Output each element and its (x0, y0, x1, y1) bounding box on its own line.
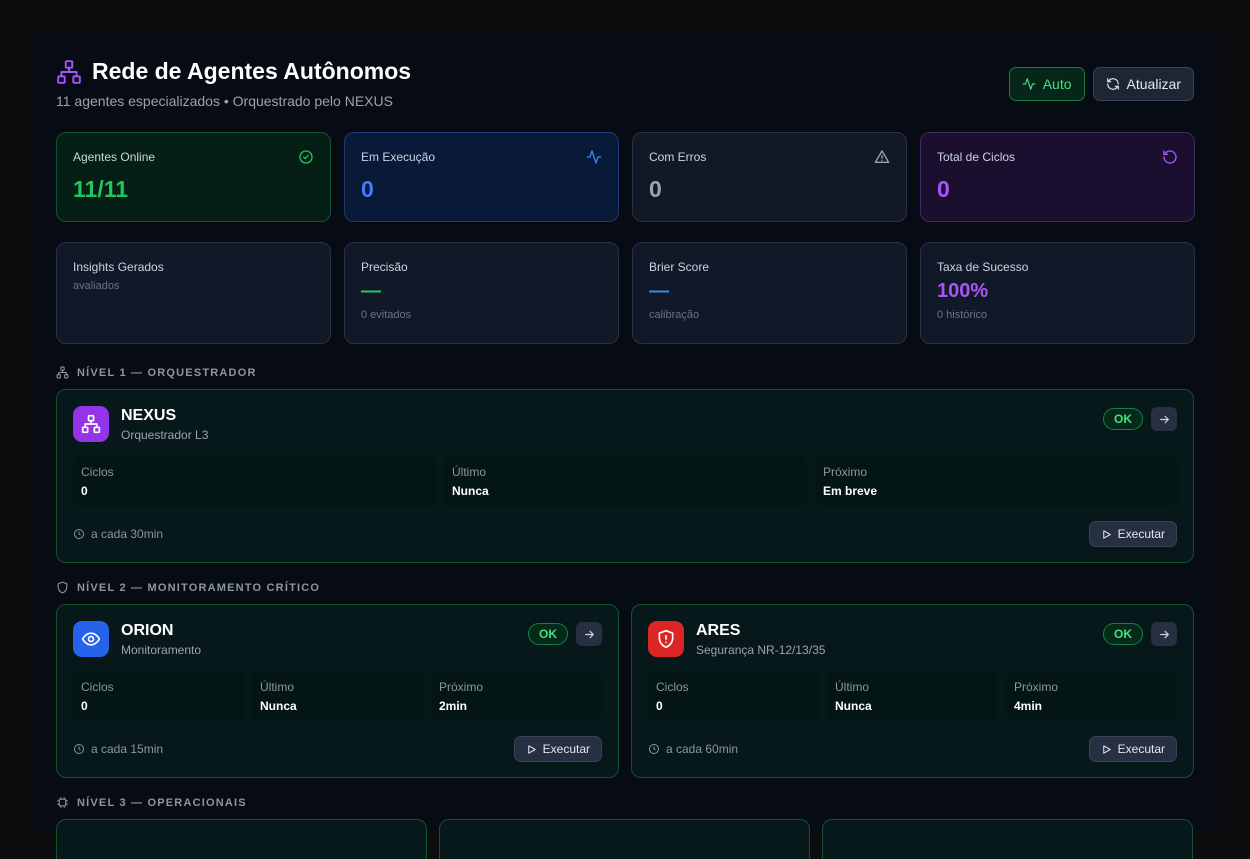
metric-next: Próximo 4min (1006, 671, 1177, 721)
metric-value: — (361, 280, 381, 302)
page-header: Rede de Agentes Autônomos 11 agentes esp… (56, 58, 1194, 132)
agent-frequency: a cada 15min (73, 742, 163, 756)
level-2-label: NÍVEL 2 — MONITORAMENTO CRÍTICO (56, 581, 1194, 594)
arrow-right-icon (1159, 630, 1169, 638)
page-title: Rede de Agentes Autônomos (92, 58, 412, 84)
metric-last: Último Nunca (252, 671, 423, 721)
metric-card-insights: Insights Gerados avaliados (56, 242, 331, 344)
execute-button[interactable]: Executar (1088, 736, 1177, 762)
play-icon (527, 744, 536, 754)
activity-icon (1022, 78, 1036, 90)
alert-triangle-icon (874, 150, 890, 163)
stat-card-errors: Com Erros 0 (632, 132, 907, 222)
check-circle-icon (299, 150, 313, 164)
network-icon (56, 59, 82, 85)
agent-role: Orquestrador L3 (121, 427, 209, 442)
refresh-icon (1106, 78, 1119, 90)
agent-name: ORION (121, 621, 174, 639)
clock-icon (649, 744, 659, 754)
agent-name: ARES (696, 621, 741, 639)
stat-card-running: Em Execução 0 (344, 132, 619, 222)
status-badge: OK (528, 623, 568, 645)
refresh-button[interactable]: Atualizar (1092, 67, 1194, 101)
metric-cycles: Ciclos 0 (73, 456, 436, 506)
clock-icon (74, 529, 84, 539)
open-agent-button[interactable] (1151, 622, 1177, 646)
play-icon (1102, 529, 1111, 539)
arrow-right-icon (1159, 415, 1169, 423)
stat-value: 0 (937, 176, 950, 202)
rotate-icon (1163, 150, 1177, 164)
metric-value: 100% (937, 280, 989, 302)
status-badge: OK (1103, 408, 1143, 430)
level-3-label: NÍVEL 3 — OPERACIONAIS (56, 796, 1194, 809)
agent-card-nexus: NEXUS Orquestrador L3 OK Ciclos 0 Último N… (56, 389, 1194, 563)
auto-button[interactable]: Auto (1008, 67, 1085, 101)
agent-frequency: a cada 60min (648, 742, 738, 756)
metric-card-brier: Brier Score — calibração (632, 242, 907, 344)
status-badge: OK (1103, 623, 1143, 645)
eye-icon (73, 621, 109, 657)
agent-card-peek (439, 819, 810, 859)
activity-icon (586, 150, 602, 164)
stats-row: Agentes Online 11/11 Em Execução 0 Com E… (56, 132, 1195, 222)
execute-button[interactable]: Executar (1088, 521, 1177, 547)
metric-last: Último Nunca (827, 671, 998, 721)
main-panel: Rede de Agentes Autônomos 11 agentes esp… (32, 32, 1218, 859)
execute-button[interactable]: Executar (513, 736, 602, 762)
metric-cycles: Ciclos 0 (648, 671, 819, 721)
metric-next: Próximo Em breve (815, 456, 1178, 506)
arrow-right-icon (584, 630, 594, 638)
metrics-row: Insights Gerados avaliados Precisão — 0 … (56, 242, 1195, 344)
stat-value: 0 (361, 176, 374, 202)
open-agent-button[interactable] (576, 622, 602, 646)
metric-next: Próximo 2min (431, 671, 602, 721)
open-agent-button[interactable] (1151, 407, 1177, 431)
agent-name: NEXUS (121, 406, 177, 424)
network-icon (73, 406, 109, 442)
agent-card-orion: ORION Monitoramento OK Ciclos 0 Último Nun… (56, 604, 619, 778)
metric-card-precision: Precisão — 0 evitados (344, 242, 619, 344)
metric-value: — (649, 280, 669, 302)
clock-icon (74, 744, 84, 754)
level-1-label: NÍVEL 1 — ORQUESTRADOR (56, 366, 1194, 379)
network-icon (56, 366, 69, 379)
metric-cycles: Ciclos 0 (73, 671, 244, 721)
agent-frequency: a cada 30min (73, 527, 163, 541)
agent-role: Segurança NR-12/13/35 (696, 642, 826, 657)
stat-card-cycles: Total de Ciclos 0 (920, 132, 1195, 222)
play-icon (1102, 744, 1111, 754)
agent-card-ares: ARES Segurança NR-12/13/35 OK Ciclos 0 Úl… (631, 604, 1194, 778)
stat-value: 0 (649, 176, 662, 202)
cpu-icon (57, 797, 68, 808)
agent-role: Monitoramento (121, 642, 202, 657)
stat-card-online: Agentes Online 11/11 (56, 132, 331, 222)
agent-card-peek (822, 819, 1193, 859)
agent-card-peek (56, 819, 427, 859)
stat-value: 11/11 (73, 176, 129, 202)
metric-card-success: Taxa de Sucesso 100% 0 histórico (920, 242, 1195, 344)
shield-icon (57, 581, 68, 594)
shield-alert-icon (648, 621, 684, 657)
metric-last: Último Nunca (444, 456, 807, 506)
